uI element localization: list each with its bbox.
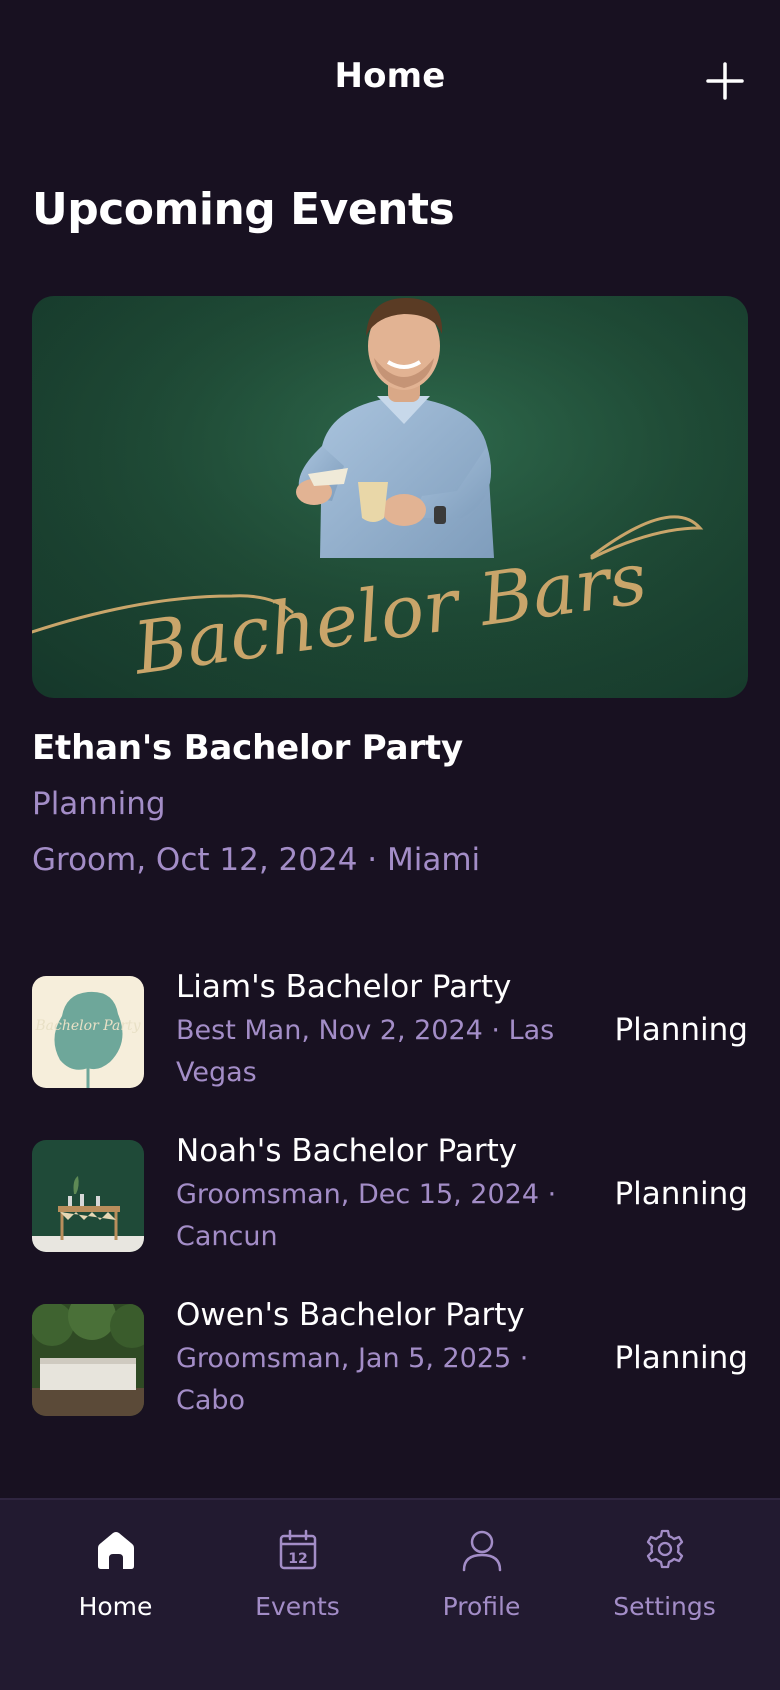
event-title: Owen's Bachelor Party xyxy=(176,1297,525,1333)
event-thumbnail: Bachelor Party xyxy=(32,976,144,1088)
featured-event-meta: Groom, Oct 12, 2024 · Miami xyxy=(32,842,481,878)
tab-profile[interactable]: Profile xyxy=(384,1500,579,1690)
plus-icon xyxy=(706,62,744,100)
tab-events[interactable]: 12 Events xyxy=(200,1500,395,1690)
featured-event-status: Planning xyxy=(32,786,166,822)
event-subtitle: Groomsman, Jan 5, 2025 · Cabo xyxy=(176,1343,529,1416)
gear-icon xyxy=(646,1529,683,1569)
section-title-upcoming-events: Upcoming Events xyxy=(32,184,455,235)
event-status: Planning xyxy=(614,1340,748,1376)
event-list: Bachelor Party Liam's Bachelor Party Bes… xyxy=(32,964,748,1456)
event-thumbnail xyxy=(32,1140,144,1252)
event-status: Planning xyxy=(614,1012,748,1048)
tab-label: Events xyxy=(255,1592,340,1621)
event-list-item-liam[interactable]: Bachelor Party Liam's Bachelor Party Bes… xyxy=(32,964,748,1128)
tab-settings[interactable]: Settings xyxy=(567,1500,762,1690)
calendar-icon: 12 xyxy=(279,1529,316,1570)
tab-label: Profile xyxy=(442,1592,521,1621)
featured-event-title[interactable]: Ethan's Bachelor Party xyxy=(32,728,463,768)
bottom-tab-bar: Home 12 Events Profile Settings xyxy=(0,1498,780,1690)
event-status: Planning xyxy=(614,1176,748,1212)
event-subtitle: Best Man, Nov 2, 2024 · Las Vegas xyxy=(176,1015,555,1088)
home-icon xyxy=(97,1532,134,1569)
event-title: Noah's Bachelor Party xyxy=(176,1133,518,1169)
top-app-bar: Home xyxy=(0,0,780,160)
event-subtitle: Groomsman, Dec 15, 2024 · Cancun xyxy=(176,1179,557,1252)
user-icon xyxy=(462,1530,501,1572)
page-title: Home xyxy=(334,56,446,96)
svg-text:Bachelor Party: Bachelor Party xyxy=(34,1018,141,1034)
tab-home[interactable]: Home xyxy=(18,1500,213,1690)
event-list-item-owen[interactable]: Owen's Bachelor Party Groomsman, Jan 5, … xyxy=(32,1292,748,1456)
svg-text:12: 12 xyxy=(288,1551,307,1567)
event-title: Liam's Bachelor Party xyxy=(176,969,512,1005)
tab-label: Home xyxy=(78,1592,153,1621)
event-list-item-noah[interactable]: Noah's Bachelor Party Groomsman, Dec 15,… xyxy=(32,1128,748,1292)
tab-label: Settings xyxy=(613,1592,716,1621)
featured-event-image[interactable]: Bachelor Bars xyxy=(32,296,748,698)
event-thumbnail xyxy=(32,1304,144,1416)
add-event-button[interactable] xyxy=(700,56,750,106)
